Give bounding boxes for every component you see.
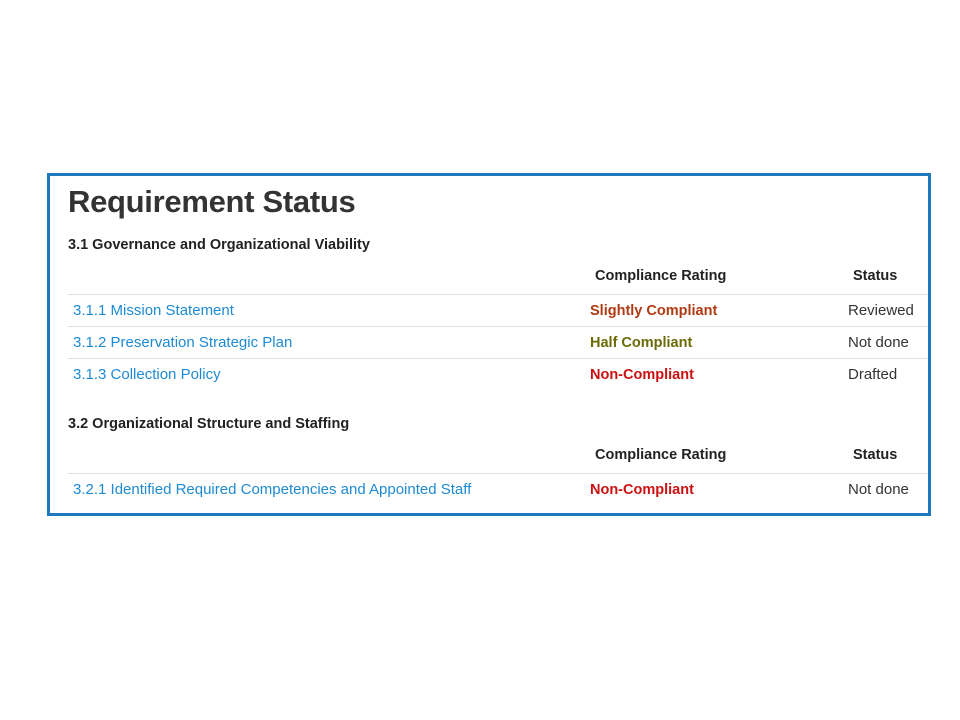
section-heading-3-1: 3.1 Governance and Organizational Viabil… [68, 237, 370, 253]
compliance-rating: Slightly Compliant [590, 303, 718, 319]
column-header-compliance-rating: Compliance Rating [595, 268, 727, 284]
status-text: Not done [848, 481, 909, 498]
table-row: 3.1.1 Mission Statement Slightly Complia… [68, 295, 928, 327]
status-text: Not done [848, 334, 909, 351]
section-heading-3-2: 3.2 Organizational Structure and Staffin… [68, 416, 350, 432]
requirement-link[interactable]: 3.2.1 Identified Required Competencies a… [73, 481, 471, 499]
table-row: 3.2.1 Identified Required Competencies a… [68, 474, 928, 505]
requirement-link[interactable]: 3.1.1 Mission Statement [73, 302, 234, 320]
compliance-rating: Half Compliant [590, 335, 693, 351]
status-text: Drafted [848, 366, 898, 383]
status-text: Reviewed [848, 302, 914, 319]
table-row: 3.1.3 Collection Policy Non-Compliant Dr… [68, 359, 928, 390]
page-title: Requirement Status [68, 184, 356, 219]
column-header-status: Status [853, 447, 898, 463]
requirement-status-panel: Requirement Status 3.1 Governance and Or… [47, 173, 931, 516]
table-row: 3.1.2 Preservation Strategic Plan Half C… [68, 327, 928, 359]
compliance-rating: Non-Compliant [590, 482, 694, 498]
requirement-link[interactable]: 3.1.3 Collection Policy [73, 366, 221, 384]
compliance-rating: Non-Compliant [590, 367, 694, 383]
column-header-compliance-rating: Compliance Rating [595, 447, 727, 463]
requirement-link[interactable]: 3.1.2 Preservation Strategic Plan [73, 334, 292, 352]
column-header-status: Status [853, 268, 898, 284]
